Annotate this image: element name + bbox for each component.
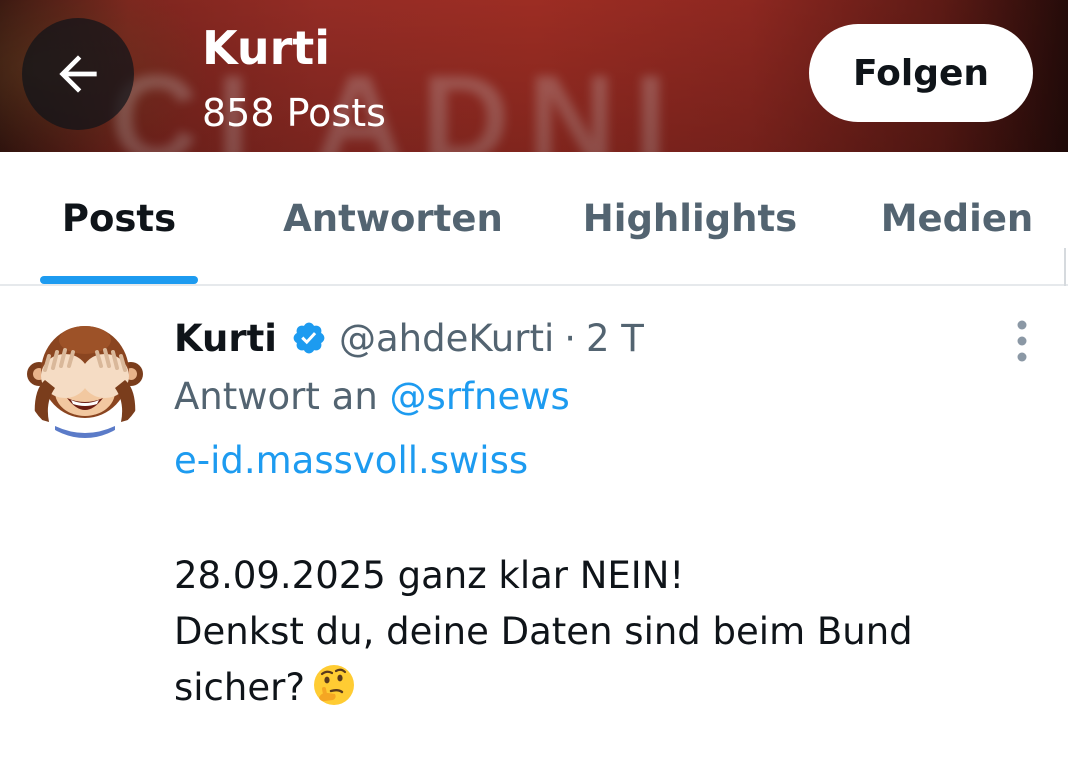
reply-context: Antwort an @srfnews [174,372,570,422]
tab-antworten[interactable]: Antworten [268,152,518,284]
verified-badge-icon [293,322,325,354]
author-handle[interactable]: @ahdeKurti [339,317,554,360]
back-button[interactable] [22,18,134,130]
avatar[interactable] [25,318,145,438]
post-text-line-last: sicher? [174,660,913,716]
post-item[interactable]: Kurti @ahdeKurti · 2 T Antwort an @srfne… [0,288,1068,766]
post-url-link[interactable]: e-id.massvoll.swiss [174,436,528,486]
post-count: 858 Posts [202,91,386,135]
post-text-line: 28.09.2025 ganz klar NEIN! [174,554,685,597]
tab-highlights[interactable]: Highlights [572,152,808,284]
more-options-button[interactable] [1004,318,1040,364]
profile-tabs: Posts Antworten Highlights Medien [0,152,1068,286]
scroll-edge [1064,248,1066,286]
arrow-left-icon [59,55,97,93]
active-tab-indicator [40,276,198,284]
post-body: 28.09.2025 ganz klar NEIN! Denkst du, de… [174,548,913,716]
profile-header: CI ADNI Kurti 858 Posts Folgen [0,0,1068,152]
author-name[interactable]: Kurti [174,317,277,360]
post-text-line: sicher? [174,666,305,709]
thinking-face-icon [313,665,354,705]
follow-button[interactable]: Folgen [809,24,1033,122]
see-no-evil-monkey-icon [27,326,143,438]
reply-mention-link[interactable]: @srfnews [390,375,570,418]
tab-posts[interactable]: Posts [40,152,198,284]
reply-prefix: Antwort an [174,375,378,418]
tab-medien[interactable]: Medien [870,152,1044,284]
separator-dot: · [564,316,576,360]
post-text-line: Denkst du, deine Daten sind beim Bund [174,610,913,653]
profile-name: Kurti [202,21,331,75]
more-vertical-icon [1017,320,1027,362]
post-time[interactable]: 2 T [586,317,644,360]
post-header: Kurti @ahdeKurti · 2 T [174,312,644,364]
